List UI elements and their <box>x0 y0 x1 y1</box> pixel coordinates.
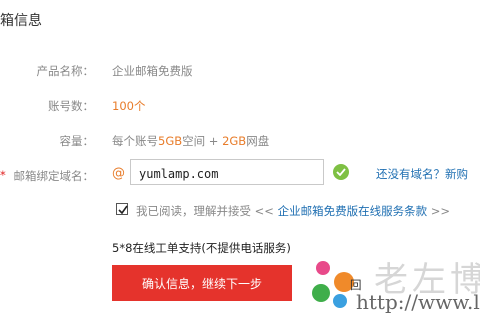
capacity-mail-size: 5GB <box>158 134 183 148</box>
agreement-suffix: >> <box>427 204 451 218</box>
watermark-logo-dot-pink <box>316 261 330 275</box>
capacity-value: 每个账号5GB空间 + 2GB网盘 <box>112 133 269 149</box>
domain-label: 邮箱绑定域名： <box>13 169 95 183</box>
capacity-label: 容量： <box>59 134 95 148</box>
account-count-value: 100个 <box>112 99 146 113</box>
capacity-prefix: 每个账号 <box>112 134 158 148</box>
capacity-suffix: 网盘 <box>246 134 270 148</box>
terms-link[interactable]: 企业邮箱免费版在线服务条款 <box>278 204 428 218</box>
watermark-logo-dot-blue <box>333 294 347 308</box>
capacity-mid: 空间 + <box>182 134 223 148</box>
account-count-label: 账号数： <box>48 99 94 113</box>
watermark-url: http://www.la <box>356 290 480 314</box>
buy-domain-link[interactable]: 还没有域名？新购 <box>376 166 468 182</box>
domain-input[interactable] <box>130 159 324 185</box>
watermark-logo-dot-green <box>312 284 330 302</box>
support-text: 5*8在线工单支持(不提供电话服务) <box>112 241 291 255</box>
at-symbol: @ <box>112 166 125 181</box>
agreement-prefix: 我已阅读，理解并接受 << <box>136 204 278 218</box>
product-name-value: 企业邮箱免费版 <box>112 64 193 78</box>
agree-checkbox[interactable] <box>116 203 128 215</box>
capacity-disk-size: 2GB <box>222 134 247 148</box>
confirm-next-button[interactable]: 确认信息，继续下一步 <box>112 265 292 301</box>
product-name-label: 产品名称： <box>36 64 95 78</box>
valid-check-icon <box>333 164 349 180</box>
section-title: 箱信息 <box>0 13 42 29</box>
agreement-text: 我已阅读，理解并接受 << 企业邮箱免费版在线服务条款 >> <box>136 203 450 219</box>
